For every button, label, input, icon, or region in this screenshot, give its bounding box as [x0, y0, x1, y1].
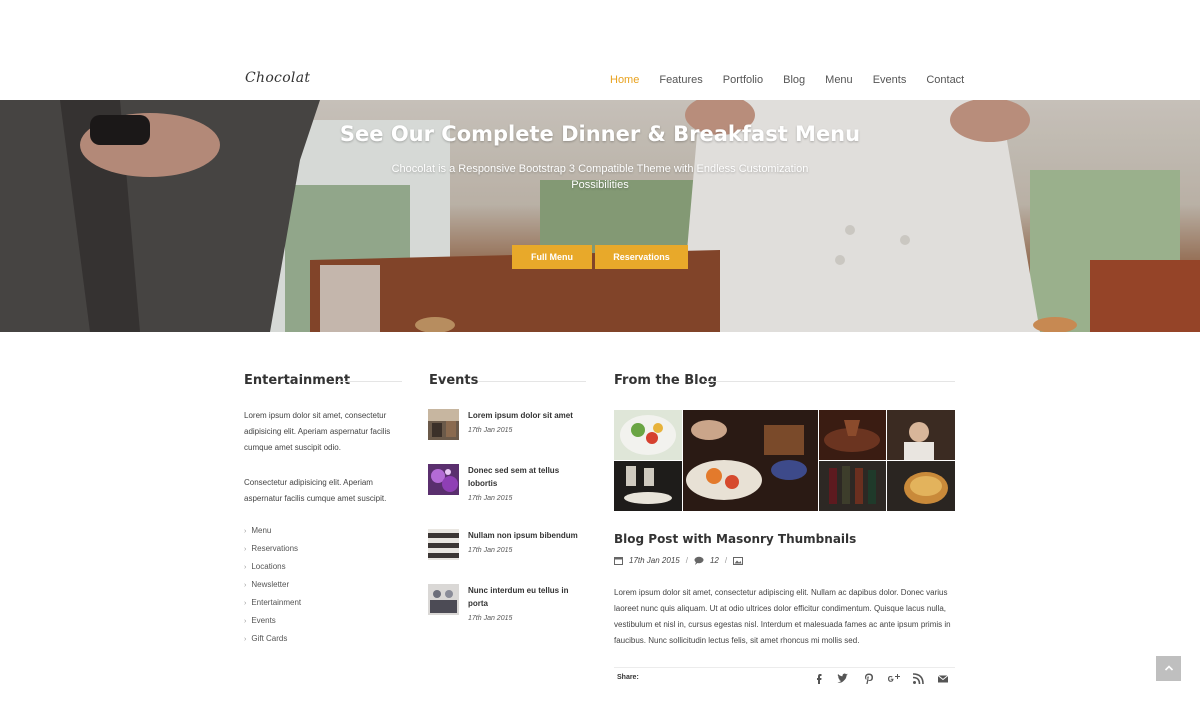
nav-portfolio[interactable]: Portfolio — [723, 74, 763, 86]
back-to-top-button[interactable] — [1156, 656, 1181, 681]
entertainment-heading-rule — [337, 381, 402, 382]
event-thumbnail — [428, 409, 459, 440]
event-date: 17th Jan 2015 — [468, 427, 513, 434]
pinterest-icon[interactable] — [862, 672, 876, 686]
event-thumbnail — [428, 529, 459, 560]
link-label: Locations — [251, 562, 286, 571]
email-icon[interactable] — [936, 672, 950, 686]
entertainment-heading: Entertainment — [244, 373, 351, 388]
blog-post-title[interactable]: Blog Post with Masonry Thumbnails — [614, 532, 856, 546]
hero-title: See Our Complete Dinner & Breakfast Menu — [339, 122, 861, 146]
link-entertainment[interactable]: › Entertainment — [244, 594, 301, 612]
event-date: 17th Jan 2015 — [468, 495, 513, 502]
chevron-right-icon: › — [244, 582, 247, 589]
link-label: Gift Cards — [251, 634, 288, 643]
calendar-icon — [614, 557, 623, 565]
nav-contact[interactable]: Contact — [926, 74, 964, 86]
event-title[interactable]: Donec sed sem at tellus lobortis — [468, 464, 588, 490]
meta-separator: / — [685, 556, 688, 565]
event-thumbnail — [428, 464, 459, 495]
google-plus-icon[interactable] — [885, 672, 903, 686]
image-icon — [733, 556, 744, 565]
entertainment-paragraph-2: Consectetur adipisicing elit. Aperiam as… — [244, 478, 387, 503]
link-locations[interactable]: › Locations — [244, 558, 301, 576]
blog-post-excerpt: Lorem ipsum dolor sit amet, consectetur … — [614, 588, 951, 645]
blog-post-date: 17th Jan 2015 — [629, 556, 680, 565]
link-menu[interactable]: › Menu — [244, 522, 301, 540]
event-date: 17th Jan 2015 — [468, 547, 513, 554]
event-date: 17th Jan 2015 — [468, 615, 513, 622]
comments-icon — [694, 556, 704, 565]
full-menu-button[interactable]: Full Menu — [512, 245, 592, 269]
nav-home[interactable]: Home — [610, 74, 639, 86]
chevron-right-icon: › — [244, 528, 247, 535]
share-divider — [614, 667, 955, 668]
blog-masonry-thumbnails[interactable] — [614, 410, 955, 511]
main-nav: Home Features Portfolio Blog Menu Events… — [610, 74, 984, 86]
link-label: Entertainment — [251, 598, 302, 607]
hero-subtitle: Chocolat is a Responsive Bootstrap 3 Com… — [391, 163, 809, 191]
twitter-icon[interactable] — [836, 672, 850, 686]
event-title[interactable]: Nullam non ipsum bibendum — [468, 529, 588, 542]
meta-separator: / — [724, 556, 728, 565]
link-gift-cards[interactable]: › Gift Cards — [244, 630, 301, 648]
chevron-right-icon: › — [244, 600, 247, 607]
chevron-right-icon: › — [244, 618, 247, 625]
entertainment-link-list: › Menu › Reservations › Locations › Newslett… — [244, 522, 301, 648]
site-logo[interactable]: Chocolat — [245, 70, 310, 86]
nav-features[interactable]: Features — [659, 74, 702, 86]
nav-events[interactable]: Events — [873, 74, 907, 86]
chevron-up-icon — [1164, 665, 1173, 671]
site-header: Chocolat Home Features Portfolio Blog Me… — [0, 0, 1200, 100]
entertainment-paragraph-1: Lorem ipsum dolor sit amet, consectetur … — [244, 411, 391, 452]
events-heading-rule — [478, 381, 586, 382]
nav-menu[interactable]: Menu — [825, 74, 853, 86]
chevron-right-icon: › — [244, 636, 247, 643]
hero-banner: See Our Complete Dinner & Breakfast Menu… — [0, 100, 1200, 332]
event-title[interactable]: Lorem ipsum dolor sit amet — [468, 409, 588, 422]
link-label: Events — [251, 616, 276, 625]
events-heading: Events — [429, 373, 479, 388]
chevron-right-icon: › — [244, 546, 247, 553]
link-label: Reservations — [251, 544, 299, 553]
link-label: Menu — [251, 526, 272, 535]
facebook-icon[interactable] — [812, 672, 826, 686]
link-label: Newsletter — [251, 580, 290, 589]
link-newsletter[interactable]: › Newsletter — [244, 576, 301, 594]
event-title[interactable]: Nunc interdum eu tellus in porta — [468, 584, 588, 610]
chevron-right-icon: › — [244, 564, 247, 571]
share-label: Share: — [617, 674, 639, 681]
rss-icon[interactable] — [911, 672, 925, 686]
reservations-button[interactable]: Reservations — [595, 245, 688, 269]
blog-heading: From the Blog — [614, 373, 717, 388]
blog-comment-count[interactable]: 12 — [710, 556, 719, 565]
blog-heading-rule — [705, 381, 955, 382]
event-thumbnail — [428, 584, 459, 615]
link-reservations[interactable]: › Reservations — [244, 540, 301, 558]
nav-blog[interactable]: Blog — [783, 74, 805, 86]
link-events[interactable]: › Events — [244, 612, 301, 630]
blog-post-meta: 17th Jan 2015 / 12 / — [614, 556, 744, 565]
